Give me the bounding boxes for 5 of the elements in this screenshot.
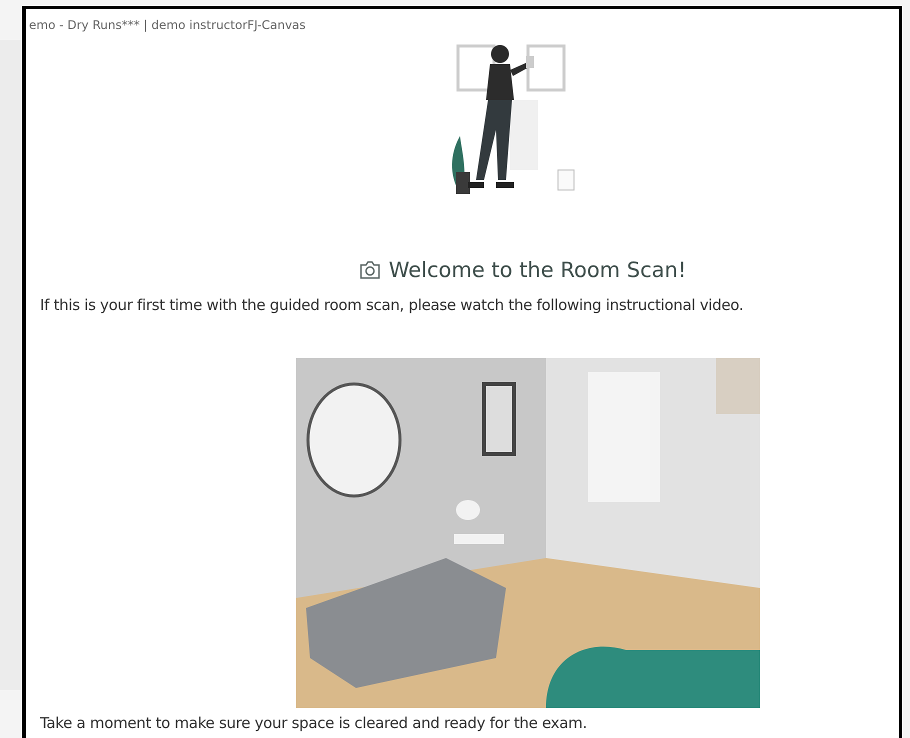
breadcrumb: emo - Dry Runs*** | demo instructorFJ-Canvas: [29, 18, 307, 34]
camera-icon: [358, 260, 381, 280]
dialog-heading: Welcome to the Room Scan!: [388, 258, 686, 282]
instruction-text: Take a moment to make sure your space is cleared and ready for the exam.: [40, 714, 588, 732]
intro-text: If this is your first time with the guided room scan, please watch the following instructional video.: [40, 296, 744, 314]
